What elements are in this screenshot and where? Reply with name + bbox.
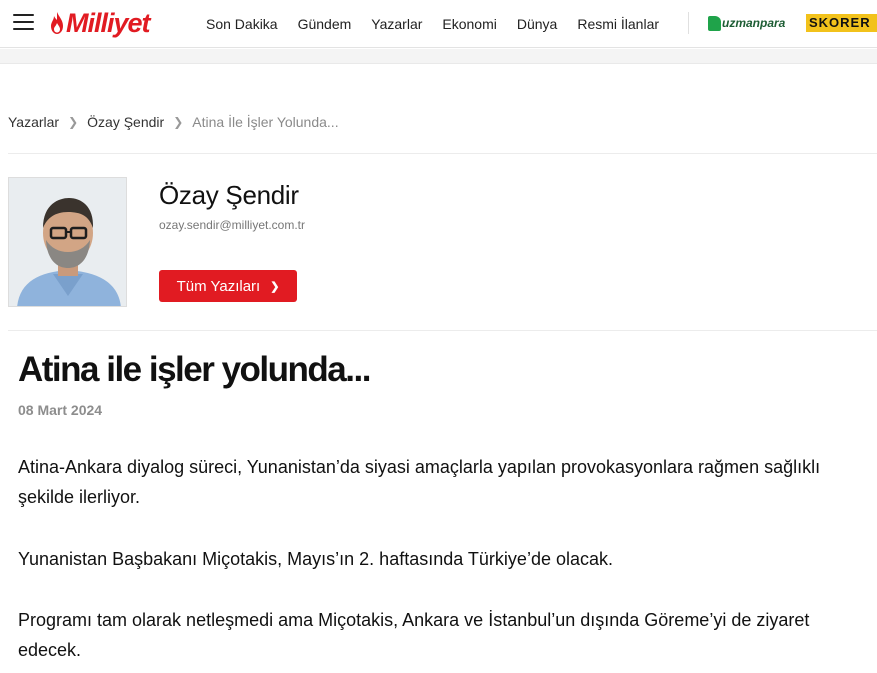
flame-icon <box>51 12 63 34</box>
nav-yazarlar[interactable]: Yazarlar <box>371 16 422 32</box>
breadcrumb: Yazarlar ❯ Özay Şendir ❯ Atina İle İşler… <box>8 112 339 132</box>
chevron-right-icon: ❯ <box>270 280 280 293</box>
article-paragraph: Programı tam olarak netleşmedi ama Miçot… <box>18 610 810 660</box>
header-band <box>0 49 877 64</box>
all-posts-label: Tüm Yazıları <box>176 277 261 295</box>
article-title: Atina ile işler yolunda... <box>18 350 371 389</box>
divider <box>8 153 877 154</box>
nav-gundem[interactable]: Gündem <box>298 16 352 32</box>
nav-ekonomi[interactable]: Ekonomi <box>442 16 496 32</box>
uzmanpara-label: uzmanpara <box>722 16 786 30</box>
author-portrait-icon <box>9 178 126 306</box>
nav-divider <box>688 12 689 34</box>
breadcrumb-yazarlar[interactable]: Yazarlar <box>8 114 59 130</box>
all-posts-button[interactable]: Tüm Yazıları ❯ <box>159 270 297 302</box>
article-paragraph: Yunanistan Başbakanı Miçotakis, Mayıs’ın… <box>18 549 613 569</box>
author-name[interactable]: Özay Şendir <box>159 180 299 211</box>
nav-dunya[interactable]: Dünya <box>517 16 557 32</box>
author-email: ozay.sendir@milliyet.com.tr <box>159 218 305 232</box>
divider <box>8 330 877 331</box>
nav-son-dakika[interactable]: Son Dakika <box>206 16 278 32</box>
uzmanpara-icon <box>708 15 721 31</box>
uzmanpara-link[interactable]: uzmanpara <box>708 13 785 33</box>
author-photo[interactable] <box>8 177 127 307</box>
chevron-right-icon: ❯ <box>68 115 79 129</box>
skorer-link[interactable]: SKORER <box>806 14 877 32</box>
breadcrumb-current: Atina İle İşler Yolunda... <box>192 114 339 130</box>
breadcrumb-author[interactable]: Özay Şendir <box>87 114 164 130</box>
logo-text: Milliyet <box>66 7 151 38</box>
article-date: 08 Mart 2024 <box>18 402 103 418</box>
nav-resmi-ilanlar[interactable]: Resmi İlanlar <box>577 16 659 32</box>
article-paragraph: Atina-Ankara diyalog süreci, Yunanistan’… <box>18 457 821 507</box>
milliyet-logo[interactable]: Milliyet <box>50 6 151 40</box>
main-nav: Son Dakika Gündem Yazarlar Ekonomi Dünya… <box>206 0 679 48</box>
top-navbar: Milliyet Son Dakika Gündem Yazarlar Ekon… <box>0 0 877 48</box>
chevron-right-icon: ❯ <box>173 115 184 129</box>
menu-icon[interactable] <box>13 14 34 30</box>
